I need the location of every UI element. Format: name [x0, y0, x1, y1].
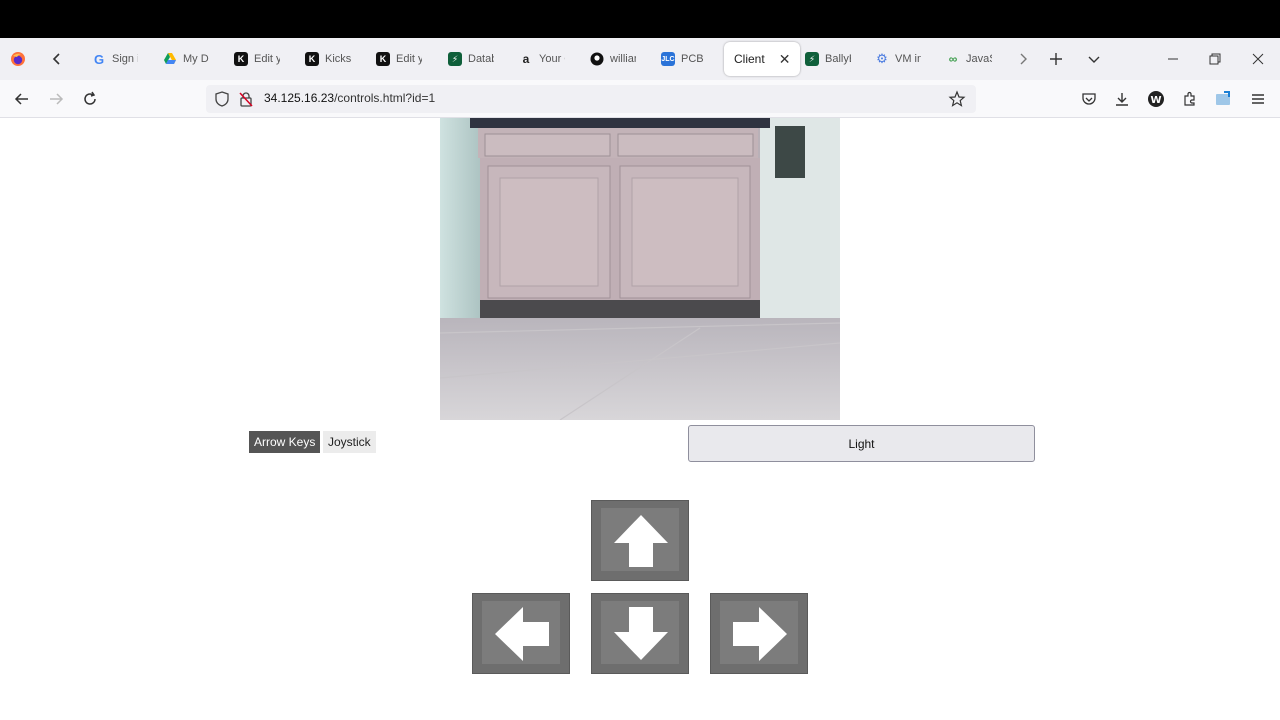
arrow-left-icon — [495, 607, 549, 661]
minimize-icon[interactable] — [1163, 50, 1183, 68]
profile-avatar-icon[interactable]: W — [1146, 89, 1166, 109]
gear-icon: ⚙ — [876, 51, 888, 66]
github-icon — [590, 52, 604, 66]
chevron-right-icon[interactable] — [1014, 50, 1032, 68]
download-icon[interactable] — [1112, 89, 1132, 109]
pocket-icon[interactable] — [1079, 89, 1099, 109]
tab-label: VM in — [895, 53, 921, 65]
firefox-icon[interactable] — [10, 51, 26, 67]
tab-label: Your C — [539, 53, 565, 65]
tab-amazon[interactable]: a Your C — [519, 43, 565, 75]
reload-icon[interactable] — [80, 89, 100, 109]
tab-label: Edit y — [396, 53, 422, 65]
window-close-icon[interactable] — [1248, 50, 1268, 68]
tab-label: Client — [734, 52, 765, 66]
arrow-down-icon — [614, 607, 668, 660]
url-host: 34.125.16.23 — [264, 91, 335, 105]
extension-icon[interactable] — [1213, 89, 1233, 109]
light-button[interactable]: Light — [688, 425, 1035, 462]
tab-kickstarter[interactable]: K Kickst — [305, 43, 351, 75]
tab-client[interactable]: Client ✕ — [724, 42, 801, 76]
tab-edit-1[interactable]: K Edit y — [234, 43, 280, 75]
tab-my-drive[interactable]: My Dr — [163, 43, 209, 75]
chevron-down-icon[interactable] — [1085, 50, 1103, 68]
shield-icon[interactable] — [214, 91, 230, 112]
tab-label: BallyE — [825, 53, 851, 65]
navigation-bar: 34.125.16.23/controls.html?id=1 W — [0, 80, 1280, 118]
arrow-down-button[interactable] — [591, 593, 689, 674]
insecure-lock-icon[interactable] — [238, 91, 254, 112]
kickstarter-icon: K — [234, 52, 248, 66]
tab-javascript[interactable]: ∞ JavaSc — [946, 43, 992, 75]
tab-pcb[interactable]: JLC PCB P — [661, 43, 707, 75]
joystick-mode-button[interactable]: Joystick — [323, 431, 376, 453]
database-icon: ⚡ — [448, 52, 462, 66]
bookmark-star-icon[interactable] — [948, 90, 966, 113]
new-tab-plus-icon[interactable] — [1047, 50, 1065, 68]
tab-strip: G Sign i My Dr K Edit y K Kickst K Edit … — [0, 38, 1280, 80]
tab-ballye[interactable]: ⚡ BallyE — [805, 43, 851, 75]
url-bar[interactable]: 34.125.16.23/controls.html?id=1 — [206, 85, 976, 113]
arrow-up-button[interactable] — [591, 500, 689, 581]
arrow-left-button[interactable] — [472, 593, 570, 674]
tab-label: PCB P — [681, 53, 707, 65]
tab-vm[interactable]: ⚙ VM in — [875, 43, 921, 75]
camera-feed — [440, 118, 840, 420]
url-path: /controls.html?id=1 — [334, 91, 436, 105]
tab-label: Sign i — [112, 53, 138, 65]
close-icon[interactable]: ✕ — [779, 51, 791, 68]
url-text[interactable]: 34.125.16.23/controls.html?id=1 — [264, 91, 435, 105]
extensions-puzzle-icon[interactable] — [1180, 89, 1200, 109]
google-icon: G — [93, 51, 105, 67]
menu-hamburger-icon[interactable] — [1248, 89, 1268, 109]
link-icon: ∞ — [948, 52, 958, 66]
tab-label: My Dr — [183, 53, 209, 65]
svg-text:W: W — [1150, 95, 1161, 106]
tab-label: Datab — [468, 53, 494, 65]
tab-label: Kickst — [325, 53, 351, 65]
tab-label: JavaSc — [966, 53, 992, 65]
kickstarter-icon: K — [305, 52, 319, 66]
arrow-right-icon — [733, 607, 787, 661]
window-top-bar — [0, 0, 1280, 38]
jlc-icon: JLC — [661, 52, 675, 66]
forward-arrow-icon[interactable] — [46, 89, 66, 109]
tab-github[interactable]: willian — [590, 43, 636, 75]
arrow-keys-mode-button[interactable]: Arrow Keys — [249, 431, 321, 453]
google-drive-icon — [163, 52, 177, 66]
chevron-left-icon[interactable] — [48, 50, 66, 68]
amazon-icon: a — [522, 52, 530, 66]
tab-edit-2[interactable]: K Edit y — [376, 43, 422, 75]
arrow-right-button[interactable] — [710, 593, 808, 674]
tab-label: willian — [610, 53, 636, 65]
tab-label: Edit y — [254, 53, 280, 65]
database-icon: ⚡ — [805, 52, 819, 66]
restore-icon[interactable] — [1205, 50, 1225, 68]
tab-sign-in[interactable]: G Sign i — [92, 43, 138, 75]
arrow-up-icon — [614, 515, 668, 567]
back-arrow-icon[interactable] — [12, 89, 32, 109]
kickstarter-icon: K — [376, 52, 390, 66]
tab-database[interactable]: ⚡ Datab — [448, 43, 494, 75]
